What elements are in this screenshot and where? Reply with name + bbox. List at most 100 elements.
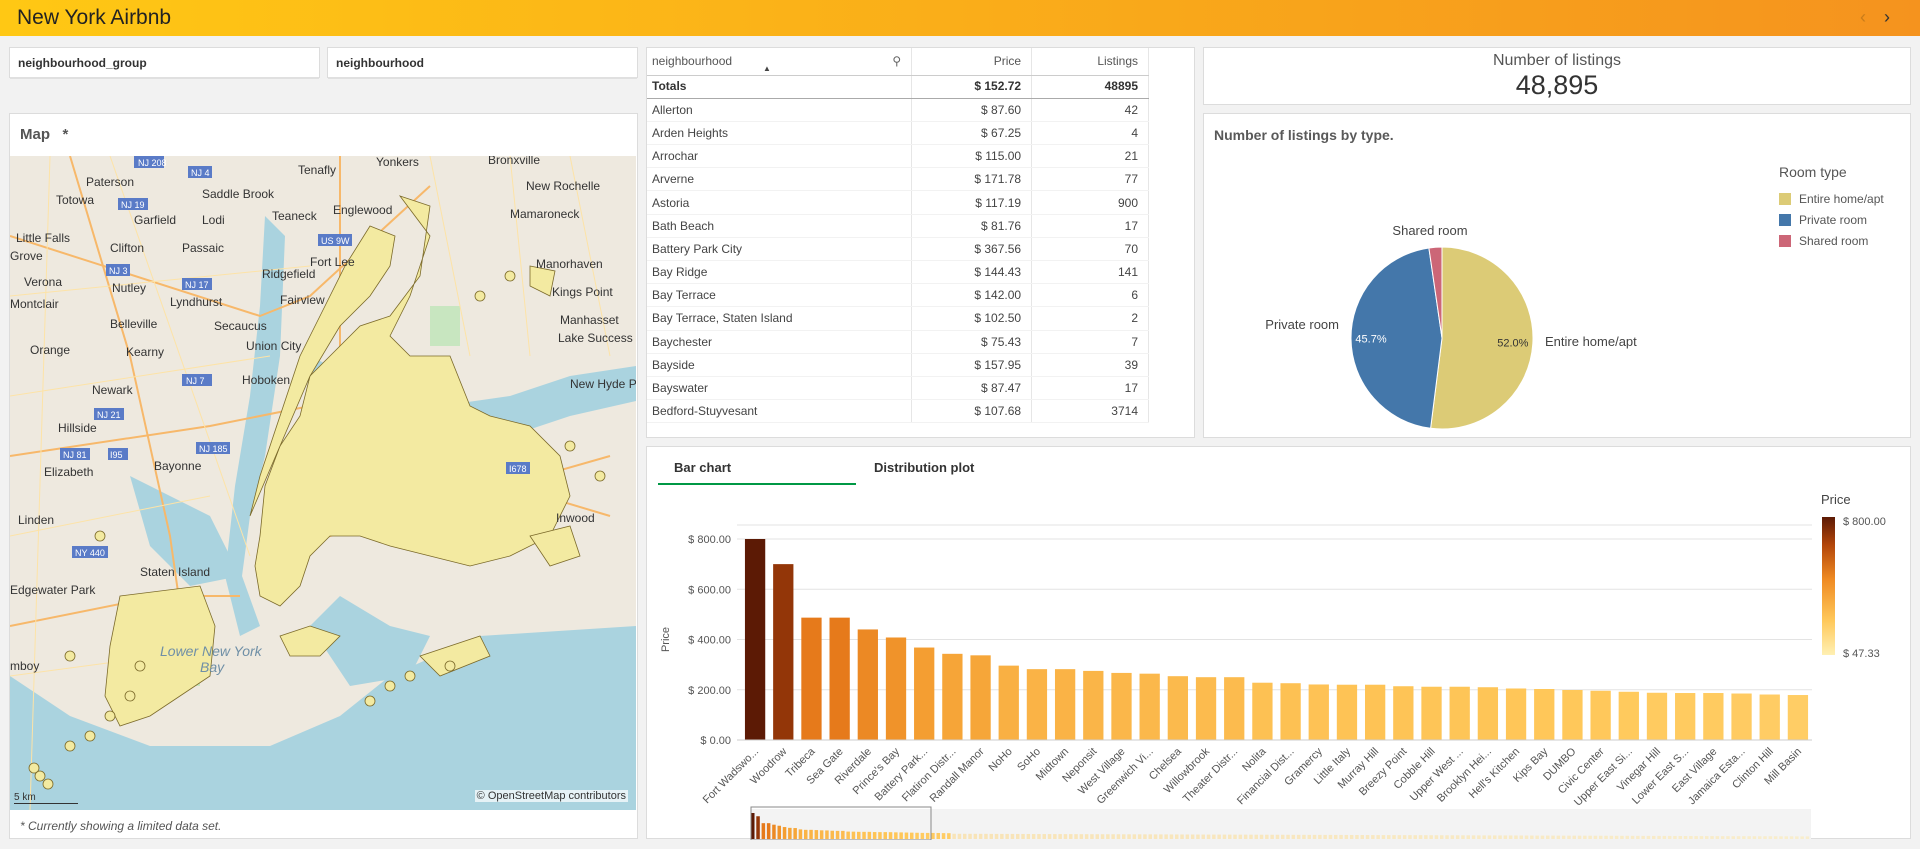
bar[interactable] [1477,687,1499,740]
svg-text:Hillside: Hillside [58,421,97,435]
chevron-left-icon[interactable]: ‹ [1860,7,1866,28]
cell-neighbourhood[interactable]: Arrochar [647,144,913,169]
bar[interactable] [1139,673,1160,740]
bar[interactable] [857,629,878,740]
y-tick-label: $ 0.00 [700,735,731,747]
filter-neighbourhood[interactable]: neighbourhood [327,47,638,79]
bar[interactable] [914,647,935,740]
svg-text:NJ 7: NJ 7 [186,376,205,386]
bar[interactable] [1308,684,1329,740]
pie-chart[interactable]: 52.0% Entire home/apt 45.7% Private room Sha… [1204,114,1912,439]
cell-neighbourhood[interactable]: Bay Ridge [647,260,913,285]
table-row[interactable]: Bayside $ 157.95 39 [647,353,1149,377]
column-header-neighbourhood[interactable]: neighbourhood ⚲ ▲ [647,48,913,76]
bar[interactable] [1336,684,1358,740]
legend-item[interactable]: Entire home/apt [1779,188,1884,209]
filter-label: neighbourhood [328,48,637,79]
table-row[interactable]: Arrochar $ 115.00 21 [647,144,1149,169]
map-canvas[interactable]: Yonkers Bronxville New Rochelle Paterson Sa… [10,156,636,810]
table-row[interactable]: Bay Terrace, Staten Island $ 102.50 2 [647,306,1149,331]
scrollbar-mini-bar [931,832,935,839]
bar[interactable] [1534,688,1555,740]
bar[interactable] [1167,676,1189,740]
bar[interactable] [1562,690,1583,740]
table-row[interactable]: Bay Ridge $ 144.43 141 [647,260,1149,285]
bar[interactable] [1393,686,1414,740]
cell-neighbourhood[interactable]: Allerton [647,98,913,122]
cell-neighbourhood[interactable]: Bedford-Stuyvesant [647,399,913,424]
table-row[interactable]: Arverne $ 171.78 77 [647,167,1149,192]
legend-item[interactable]: Private room [1779,209,1884,230]
map-attribution[interactable]: © OpenStreetMap contributors [474,790,628,802]
bar[interactable] [1646,692,1668,740]
bar[interactable] [1252,682,1273,740]
cell-neighbourhood[interactable]: Bay Terrace [647,283,913,308]
chevron-right-icon[interactable]: › [1884,7,1890,28]
bar[interactable] [1675,693,1696,740]
table-row[interactable]: Baychester $ 75.43 7 [647,330,1149,354]
table-row[interactable]: Astoria $ 117.19 900 [647,190,1149,215]
table-row[interactable]: Allerton $ 87.60 42 [647,98,1149,122]
search-icon[interactable]: ⚲ [892,54,901,68]
table-row[interactable]: Bath Beach $ 81.76 17 [647,214,1149,238]
svg-text:New Rochelle: New Rochelle [526,179,600,193]
table-row[interactable]: Bay Terrace $ 142.00 6 [647,283,1149,308]
cell-neighbourhood[interactable]: Baychester [647,330,913,354]
cell-neighbourhood[interactable]: Bayswater [647,376,913,401]
bar[interactable] [1195,677,1217,740]
bar[interactable] [1026,669,1048,740]
bar[interactable] [1787,695,1809,740]
scrollbar-mini-bar [925,832,930,839]
bar[interactable] [1364,684,1386,740]
scrollbar-mini-bar [1344,834,1349,839]
bar[interactable] [1224,677,1245,740]
bar[interactable] [1731,693,1752,740]
cell-neighbourhood[interactable]: Bayside [647,353,913,377]
cell-neighbourhood[interactable]: Bay Terrace, Staten Island [647,306,913,331]
map-svg[interactable]: Yonkers Bronxville New Rochelle Paterson Sa… [10,156,636,810]
cell-neighbourhood[interactable]: Bath Beach [647,214,913,238]
kpi-label: Number of listings [1492,52,1622,69]
scrollbar-mini-bar [1779,836,1783,839]
bar-chart[interactable]: $ 0.00 $ 200.00 $ 400.00 $ 600.00 $ 800.00 Pr… [647,485,1912,840]
bar[interactable] [1505,688,1527,740]
bar[interactable] [1759,694,1780,740]
bar[interactable] [1054,669,1076,740]
bar[interactable] [773,564,794,740]
bar[interactable] [829,617,850,740]
bar[interactable] [1590,690,1611,740]
scrollbar-mini-bar [1445,835,1449,839]
cell-neighbourhood[interactable]: Battery Park City [647,237,913,262]
cell-neighbourhood[interactable]: Astoria [647,190,913,215]
bar[interactable] [1111,672,1132,740]
column-header-listings[interactable]: Listings [1031,48,1149,76]
bar[interactable] [942,653,963,740]
bar[interactable] [998,665,1019,740]
bar[interactable] [1083,670,1104,740]
bar[interactable] [1618,691,1639,740]
scrollbar-mini-bar [1413,835,1417,839]
column-header-price[interactable]: Price [911,48,1033,76]
scrollbar-mini-bar [1652,835,1656,839]
svg-text:Ridgefield: Ridgefield [262,267,315,281]
bar[interactable] [1703,693,1724,740]
bar[interactable] [970,655,991,740]
cell-price: $ 142.00 [911,283,1033,308]
tab-distribution-plot[interactable]: Distribution plot [874,447,1054,485]
bar[interactable] [885,637,907,740]
cell-neighbourhood[interactable]: Arden Heights [647,121,913,146]
filter-neighbourhood-group[interactable]: neighbourhood_group [9,47,320,79]
bar[interactable] [744,539,766,740]
bar[interactable] [1421,686,1442,740]
table-row[interactable]: Bayswater $ 87.47 17 [647,376,1149,401]
bar[interactable] [1280,683,1301,740]
table-row[interactable]: Bedford-Stuyvesant $ 107.68 3714 [647,399,1149,424]
legend-item[interactable]: Shared room [1779,230,1884,251]
table-row[interactable]: Arden Heights $ 67.25 4 [647,121,1149,146]
bar[interactable] [801,617,822,740]
cell-neighbourhood[interactable]: Arverne [647,167,913,192]
table-row[interactable]: Battery Park City $ 367.56 70 [647,237,1149,262]
bar[interactable] [1449,686,1470,740]
tab-bar-chart[interactable]: Bar chart [658,447,856,485]
scrollbar-mini-bar [1477,835,1481,839]
